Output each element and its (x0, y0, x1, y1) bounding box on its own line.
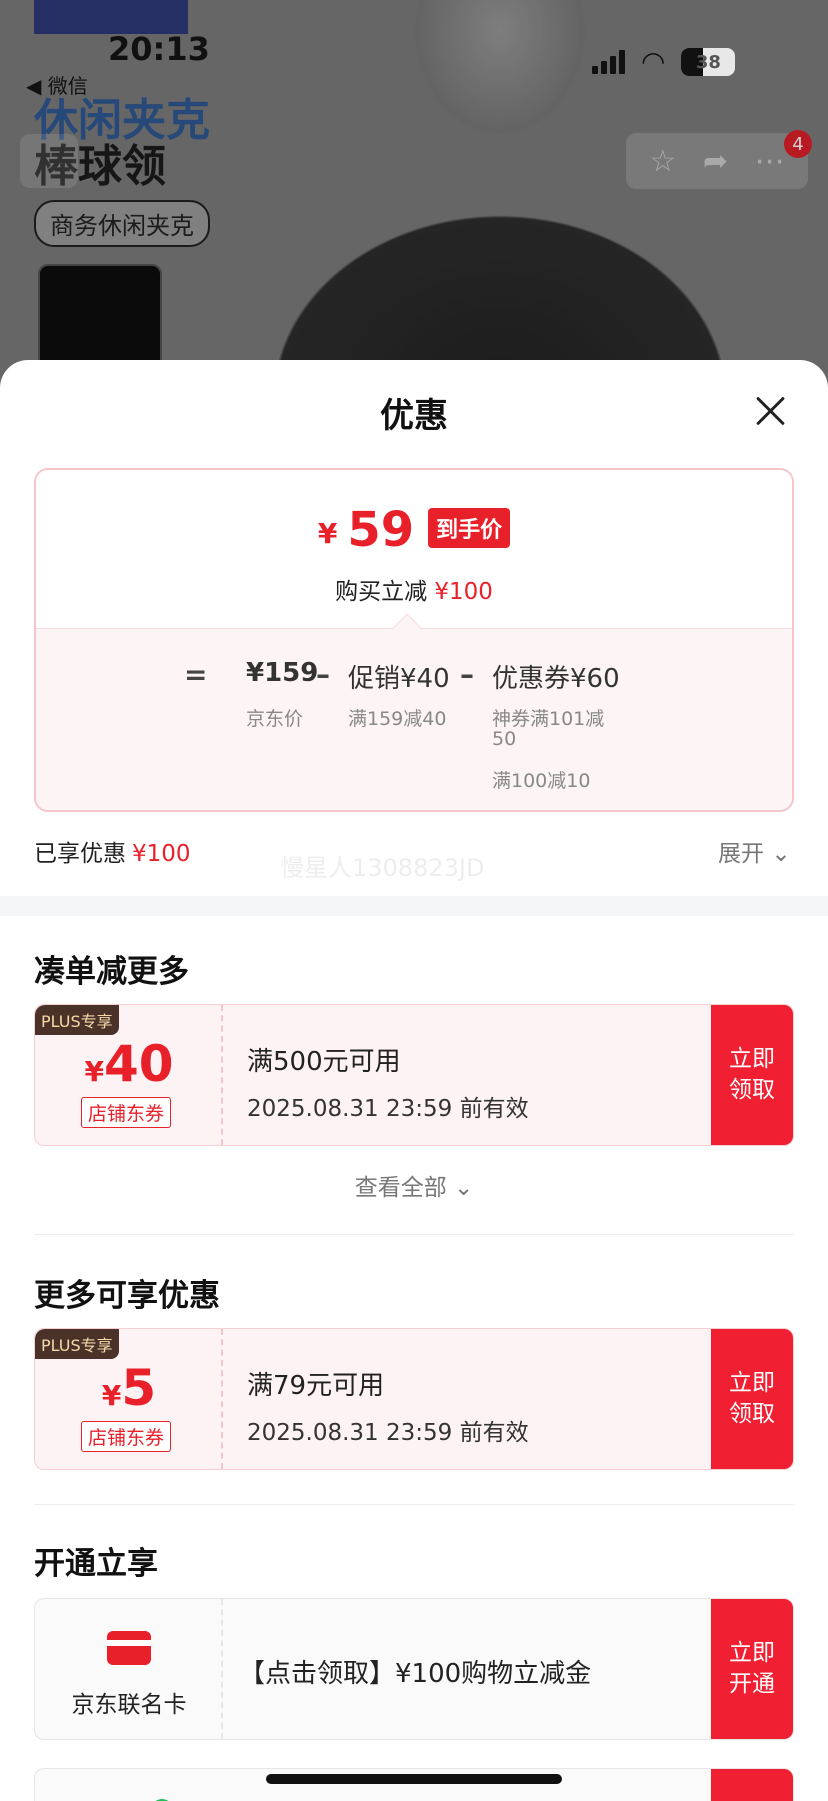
status-icons: ◠ 38 (592, 45, 736, 78)
back-to-app[interactable]: ◀ 微信 (26, 70, 88, 99)
enjoyed-amount: ¥100 (132, 841, 191, 867)
battery-level: 38 (695, 51, 721, 73)
watermark: 慢星人1308823JD (280, 854, 485, 882)
view-all-link[interactable]: 查看全部 ⌄ (0, 1168, 828, 1202)
enjoyed-discount: 已享优惠 ¥100 (34, 834, 191, 868)
minus-sign-2: – (460, 658, 474, 691)
expand-toggle[interactable]: 展开 ⌄ (718, 834, 791, 868)
promo-amount: 促销¥40 (348, 664, 450, 694)
open-card-button[interactable]: 立即 开通 (711, 1599, 793, 1739)
card-name: 京东联名卡 (71, 1692, 187, 1718)
discount-sheet: 优惠 ¥ 59 到手价 购买立减 ¥100 = ¥159 京东价 – 促销¥40… (0, 360, 828, 1801)
credit-card-icon (107, 1631, 151, 1665)
wifi-icon: ◠ (641, 45, 666, 78)
claim-coupon-button[interactable]: 立即 领取 (711, 1329, 793, 1469)
close-icon[interactable] (750, 390, 792, 432)
coupon-condition: 满79元可用 (247, 1371, 385, 1401)
coupon-note-1: 神券满101减 (492, 708, 605, 730)
price-breakdown: = ¥159 京东价 – 促销¥40 满159减40 – 优惠券¥60 神券满1… (36, 646, 792, 810)
currency-symbol: ¥ (317, 517, 338, 550)
section-title-more: 凑单减更多 (34, 954, 189, 990)
coupon-note-2: 满100减10 (492, 770, 591, 792)
equals-sign: = (184, 658, 208, 691)
status-time: 20:13 (108, 30, 210, 68)
section-title-extra: 更多可享优惠 (34, 1278, 220, 1314)
coupon-note-1-cont: 50 (492, 728, 517, 750)
sheet-title: 优惠 (380, 396, 448, 436)
claim-coupon-button[interactable]: 立即 领取 (711, 1005, 793, 1145)
price-summary: ¥ 59 到手价 购买立减 ¥100 = ¥159 京东价 – 促销¥40 满1… (34, 468, 794, 812)
coupon-condition: 满500元可用 (247, 1047, 401, 1077)
jd-co-branded-card: 京东联名卡 【点击领取】¥100购物立减金 立即 开通 (34, 1598, 794, 1740)
coupon-expiry: 2025.08.31 23:59 前有效 (247, 1096, 529, 1122)
coupon-amount: 优惠券¥60 (492, 664, 620, 694)
minus-sign: – (316, 658, 330, 691)
jd-price-label: 京东价 (246, 708, 304, 730)
coupon-card-5: PLUS专享 ¥5 店铺东券 满79元可用 2025.08.31 23:59 前… (34, 1328, 794, 1470)
signal-icon (592, 50, 625, 74)
battery-icon: 38 (681, 48, 736, 76)
plus-badge: PLUS专享 (35, 1005, 119, 1035)
coupon-card-40: PLUS专享 ¥40 店铺东券 满500元可用 2025.08.31 23:59… (34, 1004, 794, 1146)
enjoyed-label: 已享优惠 (34, 841, 126, 867)
coupon-expiry: 2025.08.31 23:59 前有效 (247, 1420, 529, 1446)
reduce-label: 购买立减 (335, 579, 428, 605)
final-price-value: 59 (347, 502, 415, 558)
next-offer-button[interactable] (711, 1769, 793, 1801)
coupon-amount: ¥5 (101, 1359, 157, 1417)
promo-note: 满159减40 (348, 708, 447, 730)
home-indicator (266, 1774, 562, 1784)
section-title-open: 开通立享 (34, 1546, 158, 1582)
final-price-tag: 到手价 (428, 508, 511, 548)
reduce-line: 购买立减 ¥100 (36, 572, 792, 606)
expand-label: 展开 (718, 841, 764, 867)
final-price: ¥ 59 到手价 (36, 506, 792, 554)
coupon-amount: ¥40 (84, 1035, 174, 1093)
coupon-type: 店铺东券 (81, 1421, 172, 1452)
plus-badge: PLUS专享 (35, 1329, 119, 1359)
jd-price: ¥159 (246, 658, 319, 688)
next-offer-card (34, 1768, 794, 1801)
card-offer: 【点击领取】¥100购物立减金 (239, 1659, 592, 1689)
section-gap (0, 896, 828, 916)
chevron-down-icon: ⌄ (771, 841, 791, 867)
chevron-down-icon: ⌄ (454, 1175, 474, 1201)
coupon-type: 店铺东券 (81, 1097, 172, 1128)
divider (34, 1504, 794, 1505)
divider (34, 1234, 794, 1235)
reduce-amount: ¥100 (434, 579, 493, 605)
